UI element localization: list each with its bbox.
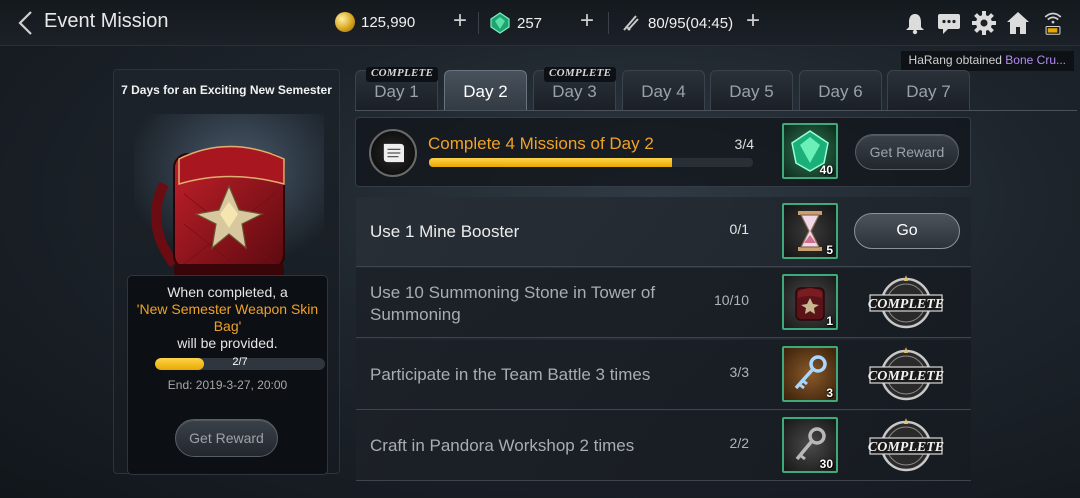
mission-row: Use 1 Mine Booster 0/1 5 Go	[356, 197, 971, 267]
day-main-mission: Complete 4 Missions of Day 2 3/4 40 Get …	[355, 117, 971, 187]
complete-badge: COMPLETE	[366, 67, 439, 82]
add-gold-button[interactable]: +	[449, 8, 471, 34]
tab-label: Day 4	[641, 82, 686, 101]
complete-badge: COMPLETE	[544, 67, 617, 82]
event-title: 7 Days for an Exciting New Semester	[121, 83, 332, 97]
gem-counter: 257	[489, 12, 542, 34]
tab-label: Day 2	[463, 82, 508, 101]
tab-label: Day 6	[818, 82, 863, 101]
gold-amount: 125,990	[361, 13, 416, 31]
reward-item-name: 'New Semester Weapon Skin Bag'	[136, 301, 319, 334]
tab-day-1[interactable]: COMPLETE Day 1	[355, 67, 439, 110]
obtain-notice: HaRang obtained Bone Cru...	[900, 51, 1074, 71]
mission-count: 2/2	[729, 435, 749, 451]
reward-quantity: 30	[819, 457, 833, 471]
home-icon[interactable]	[1005, 10, 1031, 36]
notice-text: HaRang obtained	[908, 53, 1006, 67]
mission-count: 3/3	[729, 364, 749, 380]
page-title: Event Mission	[44, 10, 169, 32]
back-arrow-icon[interactable]	[14, 10, 38, 36]
add-stamina-button[interactable]: +	[742, 8, 764, 34]
complete-stamp-text: COMPLETE	[868, 369, 944, 384]
bell-icon[interactable]	[902, 10, 928, 36]
green-gem-icon	[490, 12, 510, 34]
mission-text: Craft in Pandora Workshop 2 times	[370, 436, 635, 455]
mission-text: Participate in the Team Battle 3 times	[370, 365, 651, 384]
reward-quantity: 1	[826, 314, 833, 328]
main-reward-slot[interactable]: 40	[782, 123, 838, 179]
tab-day-6[interactable]: Day 6	[799, 70, 882, 110]
main-mission-progress-bar	[429, 158, 753, 167]
desc-line: When completed, a	[167, 284, 288, 300]
event-get-reward-button[interactable]: Get Reward	[175, 419, 278, 457]
mission-row: Use 10 Summoning Stone in Tower of Summo…	[356, 268, 971, 338]
main-mission-title: Complete 4 Missions of Day 2	[428, 134, 654, 153]
wifi-battery-icon	[1044, 12, 1062, 35]
event-description: When completed, a 'New Semester Weapon S…	[128, 284, 327, 352]
tab-day-4[interactable]: Day 4	[622, 70, 705, 110]
tab-label: Day 1	[374, 82, 419, 101]
reward-slot[interactable]: 5	[782, 203, 838, 259]
event-end-date: End: 2019-3-27, 20:00	[167, 378, 288, 392]
mission-row: Participate in the Team Battle 3 times 3/…	[356, 340, 971, 410]
reward-slot[interactable]: 3	[782, 346, 838, 402]
main-mission-count: 3/4	[734, 136, 754, 152]
reward-quantity: 5	[826, 243, 833, 257]
main-get-reward-button[interactable]: Get Reward	[855, 134, 959, 170]
event-reward-panel: 7 Days for an Exciting New Semester When…	[113, 69, 340, 475]
tab-day-7[interactable]: Day 7	[887, 70, 970, 110]
complete-stamp-text: COMPLETE	[868, 440, 944, 455]
stamina-counter: 80/95(04:45)	[620, 12, 733, 34]
complete-stamp-icon: COMPLETE	[868, 347, 944, 401]
gear-icon[interactable]	[971, 10, 997, 36]
tab-day-5[interactable]: Day 5	[710, 70, 793, 110]
desc-line: will be provided.	[177, 335, 278, 351]
main-mission-progress-fill	[429, 158, 672, 167]
notice-item: Bone Cru...	[1005, 53, 1066, 67]
tab-day-2[interactable]: Day 2	[444, 70, 527, 111]
stamina-amount: 80/95(04:45)	[648, 14, 734, 32]
reward-quantity: 3	[826, 386, 833, 400]
add-gem-button[interactable]: +	[576, 8, 598, 34]
gold-counter: 125,990	[335, 12, 415, 32]
chat-icon[interactable]	[936, 10, 962, 36]
reward-slot[interactable]: 1	[782, 274, 838, 330]
divider	[608, 12, 609, 34]
tab-divider	[355, 110, 1077, 111]
mission-text: Use 1 Mine Booster	[370, 222, 520, 241]
go-button[interactable]: Go	[854, 213, 960, 249]
complete-stamp-icon: COMPLETE	[868, 418, 944, 472]
tab-label: Day 3	[552, 82, 597, 101]
gem-amount: 257	[517, 14, 543, 32]
mission-count: 10/10	[713, 292, 749, 308]
tab-day-3[interactable]: COMPLETE Day 3	[533, 67, 617, 110]
gold-coin-icon	[335, 12, 355, 32]
tab-label: Day 5	[729, 82, 774, 101]
scroll-icon	[369, 129, 417, 177]
mission-count: 0/1	[729, 221, 749, 237]
stamina-icon	[623, 15, 639, 31]
event-progress-text: 2/7	[232, 356, 248, 368]
reward-slot[interactable]: 30	[782, 417, 838, 473]
mission-row: Craft in Pandora Workshop 2 times 2/2 30 CO…	[356, 411, 971, 481]
tab-label: Day 7	[906, 82, 951, 101]
complete-stamp-icon: COMPLETE	[868, 275, 944, 329]
complete-stamp-text: COMPLETE	[868, 297, 944, 312]
divider	[478, 12, 479, 34]
top-bar: Event Mission 125,990 + 257 + 80/95(04:4…	[0, 0, 1080, 46]
reward-quantity: 40	[819, 163, 833, 177]
mission-text: Use 10 Summoning Stone in Tower of Summo…	[370, 283, 656, 324]
